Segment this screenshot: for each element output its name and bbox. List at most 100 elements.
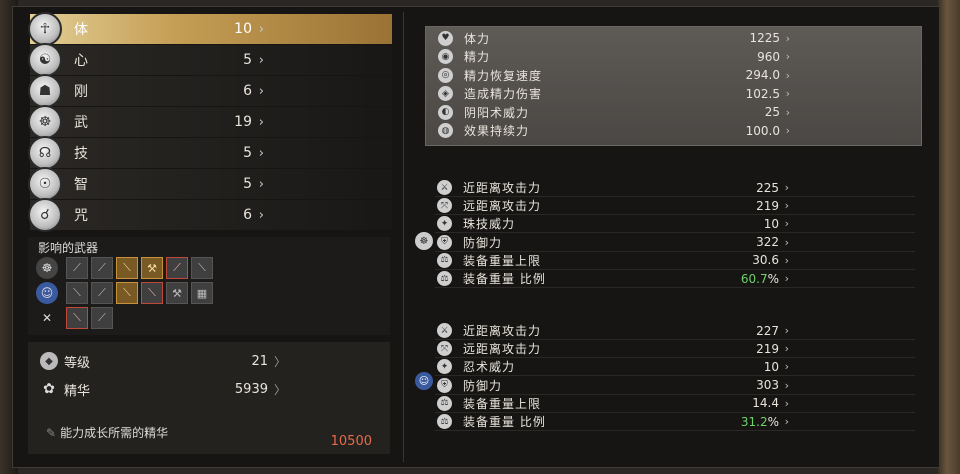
spell-icon: ☌ bbox=[28, 198, 62, 232]
level-up-cost-label: ✎ 能力成长所需的精华 bbox=[46, 424, 168, 441]
stat-label: 防御力 bbox=[463, 378, 503, 393]
stat-label: 装备重量 比例 bbox=[463, 272, 546, 286]
attribute-value: 6 bbox=[243, 207, 252, 223]
chevron-right-icon: › bbox=[784, 272, 789, 285]
body-icon: ☥ bbox=[28, 12, 62, 46]
attribute-value: 5 bbox=[243, 52, 252, 68]
heart-icon: ☯ bbox=[28, 43, 62, 77]
weapon-slot-kusarigama[interactable]: ⟍ bbox=[191, 257, 213, 279]
stat-icon: ◍ bbox=[438, 123, 453, 138]
attribute-row[interactable]: ☊ 技 5 › bbox=[28, 136, 392, 170]
stat-number: 960 bbox=[757, 49, 780, 64]
weapon-slot-spear[interactable]: ⟍ bbox=[66, 282, 88, 304]
affected-weapons-title: 影响的武器 bbox=[38, 241, 99, 255]
weapon-slot-bow-2[interactable]: ⟍ bbox=[66, 307, 88, 329]
chevron-right-icon: › bbox=[784, 235, 789, 249]
weapon-slot-tonfa[interactable]: ⟍ bbox=[116, 257, 138, 279]
stat-value: 60.7% bbox=[699, 272, 779, 286]
weapon-slot-rifle[interactable]: ⟍ bbox=[141, 282, 163, 304]
panel-divider bbox=[403, 12, 404, 462]
weapon-slot-odachi[interactable]: ⟋ bbox=[166, 257, 188, 279]
stat-icon: ⚔ bbox=[437, 323, 452, 338]
stat-icon: ◐ bbox=[438, 104, 453, 120]
stat-value: 227 bbox=[699, 324, 779, 338]
attribute-row[interactable]: ☥ 体 10 › bbox=[28, 12, 392, 46]
stat-label: 装备重量上限 bbox=[463, 253, 542, 268]
stat-row: ⛨ 防御力 303 › bbox=[435, 377, 915, 395]
stat-number: 219 bbox=[756, 198, 779, 213]
stat-value: 219 bbox=[699, 199, 779, 213]
chevron-right-icon: › bbox=[785, 124, 790, 137]
attribute-value: 6 bbox=[243, 83, 252, 99]
attribute-row[interactable]: ☗ 刚 6 › bbox=[28, 74, 392, 108]
stat-value: 960 bbox=[700, 50, 780, 64]
attribute-row[interactable]: ☯ 心 5 › bbox=[28, 43, 392, 77]
base-stats-panel: ♥ 体力 1225 › ◉ 精力 960 › ◎ 精力恢复速度 294.0 › ◈ 造成精力伤害 102.5… bbox=[425, 26, 922, 146]
chevron-right-icon: › bbox=[785, 31, 790, 45]
stat-value: 225 bbox=[699, 181, 779, 195]
chevron-right-icon[interactable]: › bbox=[259, 115, 264, 130]
stat-row: ♥ 体力 1225 › bbox=[436, 29, 916, 47]
amrita-value: 5939 bbox=[234, 381, 268, 397]
attribute-row[interactable]: ☌ 咒 6 › bbox=[28, 198, 392, 232]
weapon-slot-dual-swords[interactable]: ⟋ bbox=[91, 257, 113, 279]
chevron-right-icon: › bbox=[784, 199, 789, 213]
weapon-slot-axe[interactable]: ⚒ bbox=[141, 257, 163, 279]
stat-icon: ◈ bbox=[438, 86, 453, 101]
stat-row: ◈ 造成精力伤害 102.5 › bbox=[436, 85, 916, 103]
weapon-slot-hammer[interactable]: ⚒ bbox=[166, 282, 188, 304]
stat-icon: ⤧ bbox=[437, 198, 452, 214]
chevron-right-icon: › bbox=[784, 324, 789, 337]
stat-value: 10 bbox=[699, 360, 779, 374]
weapon-set-2-stats: ⚔ 近距离攻击力 227 › ⤧ 远距离攻击力 219 › ✦ 忍术威力 10 › ⛨ 防御力 303 › ⚖ 装… bbox=[425, 321, 922, 433]
weapon-slot-bow[interactable]: ⟍ bbox=[116, 282, 138, 304]
stat-label: 精力 bbox=[464, 50, 491, 64]
stat-value: 25 bbox=[700, 105, 780, 119]
attribute-name: 技 bbox=[74, 146, 88, 162]
stat-unit: % bbox=[767, 414, 779, 429]
stat-label: 防御力 bbox=[463, 235, 503, 250]
chevron-right-icon[interactable]: › bbox=[259, 84, 264, 99]
level-panel: ◆ 等级 21 〉 ✿ 精华 5939 〉 ✎ 能力成长所需的精华 10500 bbox=[28, 342, 390, 454]
attribute-value: 5 bbox=[243, 145, 252, 161]
stat-label: 效果持续力 bbox=[464, 124, 530, 138]
stat-icon: ♥ bbox=[438, 30, 453, 46]
attribute-row[interactable]: ☸ 武 19 › bbox=[28, 105, 392, 139]
affected-weapons-panel: 影响的武器 ☸ ⟋ ⟋ ⟍ ⚒ ⟋ ⟍ ☺ ⟍ ⟋ ⟍ ⟍ ⚒ ▦ ✕ ⟍ ⟋ bbox=[28, 237, 390, 335]
chevron-right-icon[interactable]: › bbox=[259, 177, 264, 192]
stat-number: 102.5 bbox=[745, 86, 780, 101]
weapon-slot-cannon[interactable]: ▦ bbox=[191, 282, 213, 304]
chevron-right-icon: › bbox=[784, 253, 789, 267]
weapon-slot-kusari[interactable]: ⟋ bbox=[91, 282, 113, 304]
chevron-right-icon[interactable]: › bbox=[259, 146, 264, 161]
weapon-slot-sword[interactable]: ⟋ bbox=[66, 257, 88, 279]
attribute-row[interactable]: ☉ 智 5 › bbox=[28, 167, 392, 201]
stat-number: 1225 bbox=[749, 31, 780, 45]
stat-number: 227 bbox=[756, 323, 779, 338]
stat-number: 25 bbox=[764, 105, 780, 119]
strength-icon: ☗ bbox=[28, 74, 62, 108]
level-row: ◆ 等级 21 〉 bbox=[28, 348, 390, 374]
stat-icon: ✦ bbox=[437, 216, 452, 232]
attribute-name: 智 bbox=[74, 177, 88, 193]
chevron-right-icon[interactable]: › bbox=[259, 208, 264, 223]
feather-icon: ✎ bbox=[46, 426, 57, 440]
attribute-name: 心 bbox=[74, 53, 88, 69]
chevron-right-icon: › bbox=[784, 396, 789, 410]
stat-row: ⚔ 近距离攻击力 227 › bbox=[435, 322, 915, 340]
chevron-right-icon[interactable]: › bbox=[259, 22, 264, 37]
chevron-right-icon[interactable]: › bbox=[259, 53, 264, 68]
stat-row: ◉ 精力 960 › bbox=[436, 48, 916, 66]
stat-icon: ⤧ bbox=[437, 341, 452, 357]
weapon-slot-gun-2[interactable]: ⟋ bbox=[91, 307, 113, 329]
close-weapon-icon: ☸ bbox=[36, 257, 58, 279]
chevron-right-icon: › bbox=[784, 378, 789, 392]
cost-label-text: 能力成长所需的精华 bbox=[60, 426, 169, 440]
stat-row: ⚖ 装备重量上限 14.4 › bbox=[435, 395, 915, 413]
stat-value: 322 bbox=[699, 235, 779, 249]
chevron-right-icon: › bbox=[784, 217, 789, 231]
stat-label: 体力 bbox=[464, 31, 491, 46]
stat-number: 303 bbox=[756, 378, 779, 393]
stat-label: 远距离攻击力 bbox=[463, 199, 542, 214]
level-label: 等级 bbox=[64, 355, 91, 371]
